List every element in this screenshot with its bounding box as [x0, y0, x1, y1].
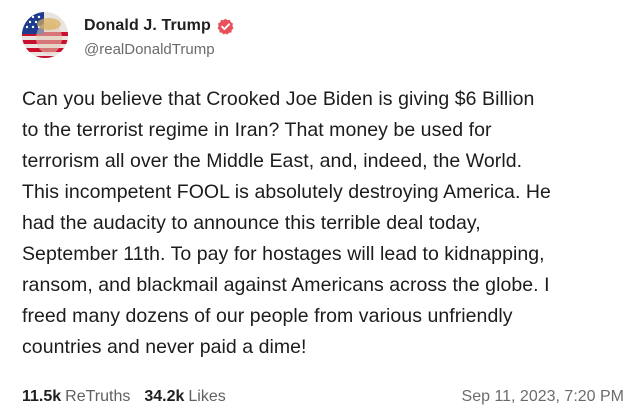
post-line: to the terrorist regime in Iran? That mo…	[22, 119, 492, 141]
post-card: Donald J. Trump @realDonaldTrump Can you…	[0, 0, 640, 420]
post-line: September 11th. To pay for hostages will…	[22, 243, 545, 265]
post-line: had the audacity to announce this terrib…	[22, 212, 481, 234]
likes-count: 34.2k	[144, 388, 185, 405]
post-body: Can you believe that Crooked Joe Biden i…	[22, 84, 622, 363]
flag-face-avatar-icon	[22, 12, 68, 58]
post-line: countries and never paid a dime!	[22, 336, 307, 358]
post-footer: 11.5k ReTruths 34.2k Likes Sep 11, 2023, 7…	[22, 388, 624, 406]
post-line: ransom, and blackmail against Americans …	[22, 274, 550, 296]
post-line: This incompetent FOOL is absolutely dest…	[22, 181, 551, 203]
display-name-row[interactable]: Donald J. Trump	[84, 17, 234, 35]
likes-label: Likes	[188, 388, 226, 405]
retruths-label: ReTruths	[65, 388, 131, 405]
post-line: Can you believe that Crooked Joe Biden i…	[22, 88, 535, 110]
author-handle[interactable]: @realDonaldTrump	[84, 41, 234, 58]
display-name[interactable]: Donald J. Trump	[84, 17, 211, 35]
author-names: Donald J. Trump @realDonaldTrump	[84, 17, 234, 58]
likes-stat[interactable]: 34.2k Likes	[144, 388, 225, 406]
post-header: Donald J. Trump @realDonaldTrump	[22, 12, 234, 58]
avatar[interactable]	[22, 12, 68, 58]
retruths-count: 11.5k	[22, 388, 62, 405]
retruths-stat[interactable]: 11.5k ReTruths	[22, 388, 130, 406]
post-line: terrorism all over the Middle East, and,…	[22, 150, 523, 172]
post-line: freed many dozens of our people from var…	[22, 305, 513, 327]
verified-badge-icon	[217, 18, 234, 35]
post-timestamp[interactable]: Sep 11, 2023, 7:20 PM	[462, 388, 624, 406]
